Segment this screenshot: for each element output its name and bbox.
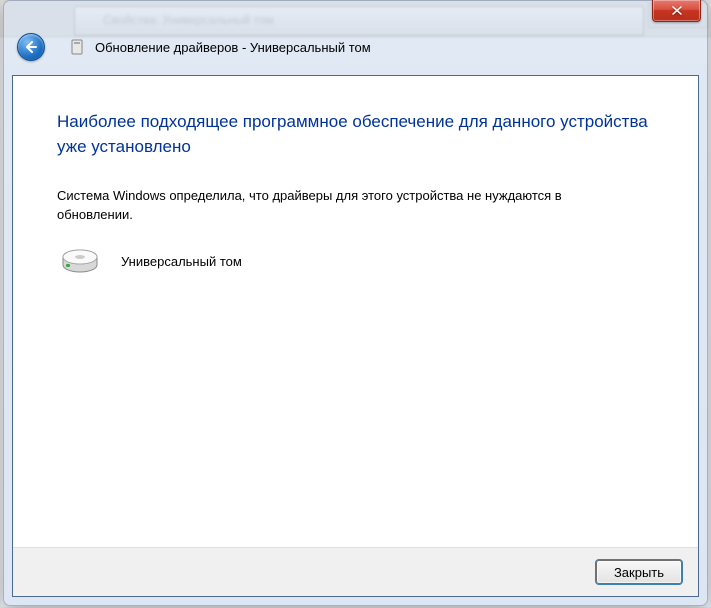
button-bar: Закрыть: [13, 547, 698, 596]
hard-drive-icon: [61, 247, 99, 277]
content-frame: Наиболее подходящее программное обеспече…: [12, 75, 699, 597]
back-button[interactable]: [17, 33, 45, 61]
device-row: Универсальный том: [57, 247, 654, 277]
titlebar: Обновление драйверов - Универсальный том: [11, 31, 700, 63]
result-description: Система Windows определила, что драйверы…: [57, 187, 617, 225]
content-area: Наиболее подходящее программное обеспече…: [13, 76, 698, 277]
result-heading: Наиболее подходящее программное обеспече…: [57, 110, 654, 159]
device-small-icon: [69, 39, 85, 55]
driver-update-dialog: Обновление драйверов - Универсальный том…: [3, 0, 708, 606]
device-name: Универсальный том: [121, 254, 242, 269]
close-button[interactable]: Закрыть: [596, 560, 682, 584]
close-icon: [671, 5, 683, 16]
arrow-left-icon: [24, 40, 38, 54]
dialog-title: Обновление драйверов - Универсальный том: [95, 40, 371, 55]
window-close-button[interactable]: [652, 0, 701, 22]
